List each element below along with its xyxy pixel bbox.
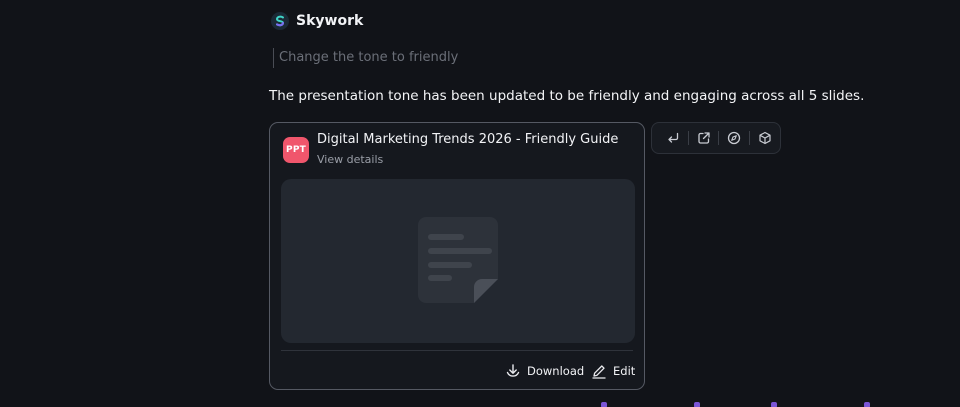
- presentation-title[interactable]: Digital Marketing Trends 2026 - Friendly…: [317, 131, 618, 149]
- download-label: Download: [527, 364, 585, 378]
- edit-button[interactable]: Edit: [591, 362, 635, 380]
- compass-icon: [728, 131, 741, 145]
- share-button[interactable]: [689, 124, 719, 152]
- explore-button[interactable]: [719, 124, 749, 152]
- model-button[interactable]: [750, 124, 780, 152]
- message-action-toolbar: [651, 122, 781, 154]
- decorative-dot: [694, 402, 700, 407]
- download-button[interactable]: Download: [505, 362, 584, 380]
- reply-arrow-icon: [668, 132, 679, 143]
- view-details-link[interactable]: View details: [317, 153, 383, 167]
- user-prompt-text: Change the tone to friendly: [273, 48, 458, 68]
- assistant-response-text: The presentation tone has been updated t…: [269, 88, 865, 104]
- reply-button[interactable]: [658, 124, 688, 152]
- cube-icon: [759, 131, 771, 145]
- decorative-dot: [771, 402, 777, 407]
- card-divider: [281, 350, 633, 351]
- chat-page: Skywork Change the tone to friendly The …: [0, 0, 960, 407]
- edit-label: Edit: [613, 364, 636, 378]
- ppt-file-badge: PPT: [283, 137, 309, 163]
- assistant-header: Skywork: [271, 11, 363, 31]
- skywork-logo-icon: [271, 12, 289, 30]
- presentation-preview[interactable]: [281, 179, 635, 343]
- presentation-card[interactable]: PPT Digital Marketing Trends 2026 - Frie…: [269, 122, 645, 390]
- decorative-dot: [864, 402, 870, 407]
- download-icon: [506, 364, 520, 377]
- document-icon: [418, 217, 498, 303]
- share-external-icon: [697, 132, 710, 144]
- assistant-name: Skywork: [296, 13, 364, 29]
- pencil-icon: [592, 365, 606, 379]
- decorative-dot: [601, 402, 607, 407]
